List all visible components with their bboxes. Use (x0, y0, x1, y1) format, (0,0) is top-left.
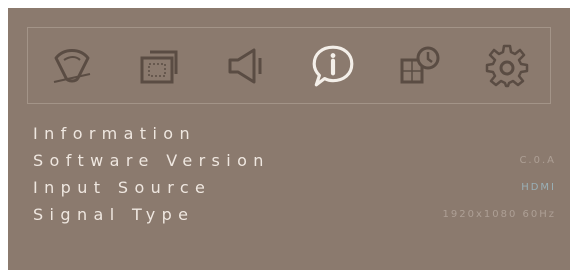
input-source-value: HDMI (521, 182, 556, 193)
multi-window-icon (400, 46, 439, 83)
signal-type-label: Signal Type (33, 205, 195, 224)
tab-settings[interactable] (483, 42, 531, 90)
tab-information[interactable] (309, 42, 357, 90)
tab-audio[interactable] (222, 42, 270, 90)
info-value-list: C.0.A HDMI 1920x1080 60Hz (443, 120, 557, 228)
osd-menu-panel: Information Software Version Input Sourc… (8, 8, 570, 270)
menu-tab-bar (27, 27, 551, 104)
picture-icon (53, 48, 90, 83)
screen-icon (140, 50, 177, 83)
info-heading: Information (33, 124, 197, 143)
software-version-value: C.0.A (519, 155, 556, 166)
tab-picture[interactable] (48, 42, 96, 90)
input-source-label: Input Source (33, 178, 212, 197)
signal-type-value: 1920x1080 60Hz (442, 209, 556, 220)
tab-multi-window[interactable] (396, 42, 444, 90)
software-version-label: Software Version (33, 151, 270, 170)
settings-icon (485, 44, 528, 87)
tab-screen[interactable] (135, 42, 183, 90)
information-icon (312, 45, 353, 86)
info-label-list: Information Software Version Input Sourc… (33, 120, 270, 228)
audio-icon (228, 48, 261, 83)
